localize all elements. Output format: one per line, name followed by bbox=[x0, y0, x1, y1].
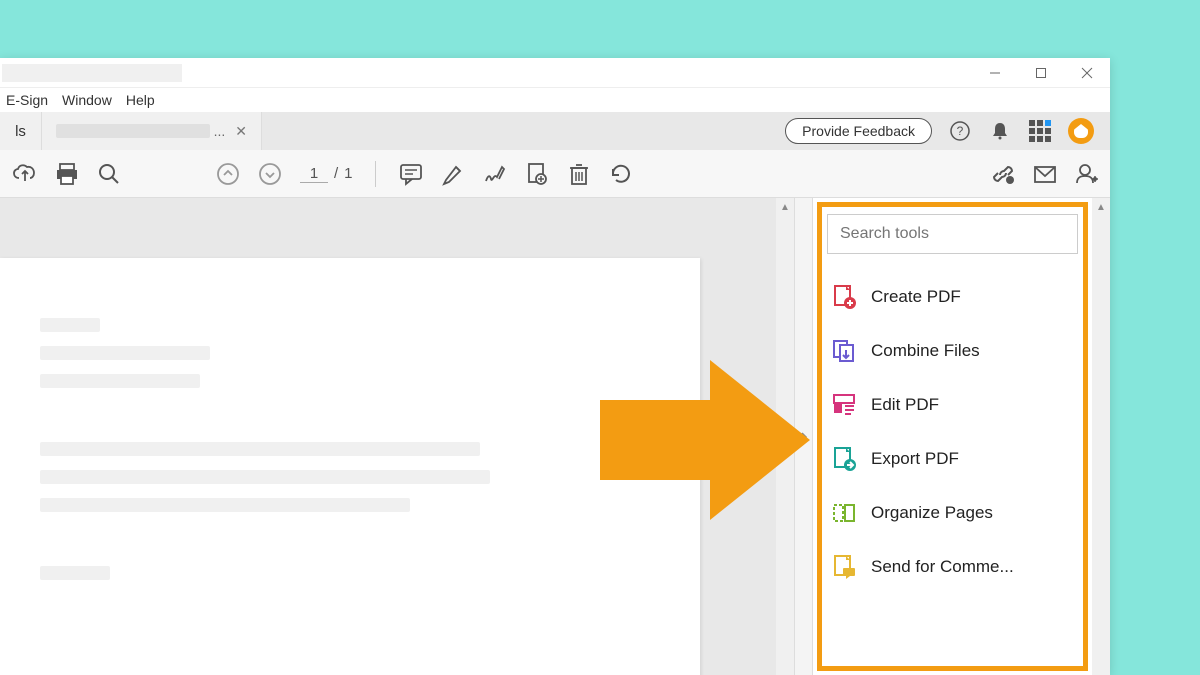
page-down-icon[interactable] bbox=[258, 162, 282, 186]
title-bar bbox=[0, 58, 1110, 88]
menu-esign[interactable]: E-Sign bbox=[6, 92, 48, 108]
find-icon[interactable] bbox=[96, 162, 120, 186]
comment-icon[interactable] bbox=[398, 162, 422, 186]
menu-help[interactable]: Help bbox=[126, 92, 155, 108]
document-scrollbar[interactable]: ▲ bbox=[776, 198, 794, 675]
app-window: E-Sign Window Help ls ... ✕ Provide Feed… bbox=[0, 58, 1110, 675]
share-link-icon[interactable] bbox=[990, 162, 1014, 186]
cloud-upload-icon[interactable] bbox=[12, 162, 36, 186]
email-icon[interactable] bbox=[1032, 162, 1056, 186]
tab-tools[interactable]: ls bbox=[0, 112, 42, 150]
tab-close-icon[interactable]: ✕ bbox=[235, 123, 247, 140]
maximize-button[interactable] bbox=[1018, 58, 1064, 88]
tools-panel: Create PDF Combine Files Edit PDF bbox=[812, 198, 1092, 675]
collapse-panel-button[interactable] bbox=[794, 198, 812, 675]
tab-document[interactable]: ... ✕ bbox=[42, 112, 262, 150]
document-page bbox=[0, 258, 700, 675]
title-placeholder bbox=[2, 64, 182, 82]
toolbar-separator bbox=[375, 161, 376, 187]
tab-tools-label: ls bbox=[15, 123, 26, 140]
page-total: 1 bbox=[344, 165, 352, 182]
scroll-up-icon[interactable]: ▲ bbox=[1092, 198, 1110, 216]
panel-scrollbar[interactable]: ▲ bbox=[1092, 198, 1110, 675]
print-icon[interactable] bbox=[54, 162, 78, 186]
page-current-field[interactable] bbox=[300, 165, 328, 183]
rotate-icon[interactable] bbox=[608, 162, 632, 186]
notifications-icon[interactable] bbox=[988, 119, 1012, 143]
highlight-icon[interactable] bbox=[440, 162, 464, 186]
stamp-icon[interactable] bbox=[524, 162, 548, 186]
annotation-highlight bbox=[817, 202, 1088, 671]
help-icon[interactable]: ? bbox=[948, 119, 972, 143]
scroll-up-icon[interactable]: ▲ bbox=[776, 198, 794, 216]
account-avatar[interactable] bbox=[1068, 118, 1094, 144]
menu-bar: E-Sign Window Help bbox=[0, 88, 1110, 112]
page-number-input[interactable]: / 1 bbox=[300, 165, 353, 183]
share-people-icon[interactable] bbox=[1074, 162, 1098, 186]
page-up-icon[interactable] bbox=[216, 162, 240, 186]
delete-icon[interactable] bbox=[566, 162, 590, 186]
svg-text:?: ? bbox=[957, 124, 964, 138]
content-area: ▲ Create PDF Comb bbox=[0, 198, 1110, 675]
tab-ellipsis: ... bbox=[214, 123, 226, 139]
tab-bar: ls ... ✕ Provide Feedback ? bbox=[0, 112, 1110, 150]
menu-window[interactable]: Window bbox=[62, 92, 112, 108]
minimize-button[interactable] bbox=[972, 58, 1018, 88]
apps-icon[interactable] bbox=[1028, 119, 1052, 143]
sign-icon[interactable] bbox=[482, 162, 506, 186]
close-button[interactable] bbox=[1064, 58, 1110, 88]
document-name-placeholder bbox=[56, 124, 210, 138]
page-sep: / bbox=[334, 165, 338, 182]
provide-feedback-button[interactable]: Provide Feedback bbox=[785, 118, 932, 144]
toolbar: / 1 bbox=[0, 150, 1110, 198]
document-viewport[interactable] bbox=[0, 198, 776, 675]
